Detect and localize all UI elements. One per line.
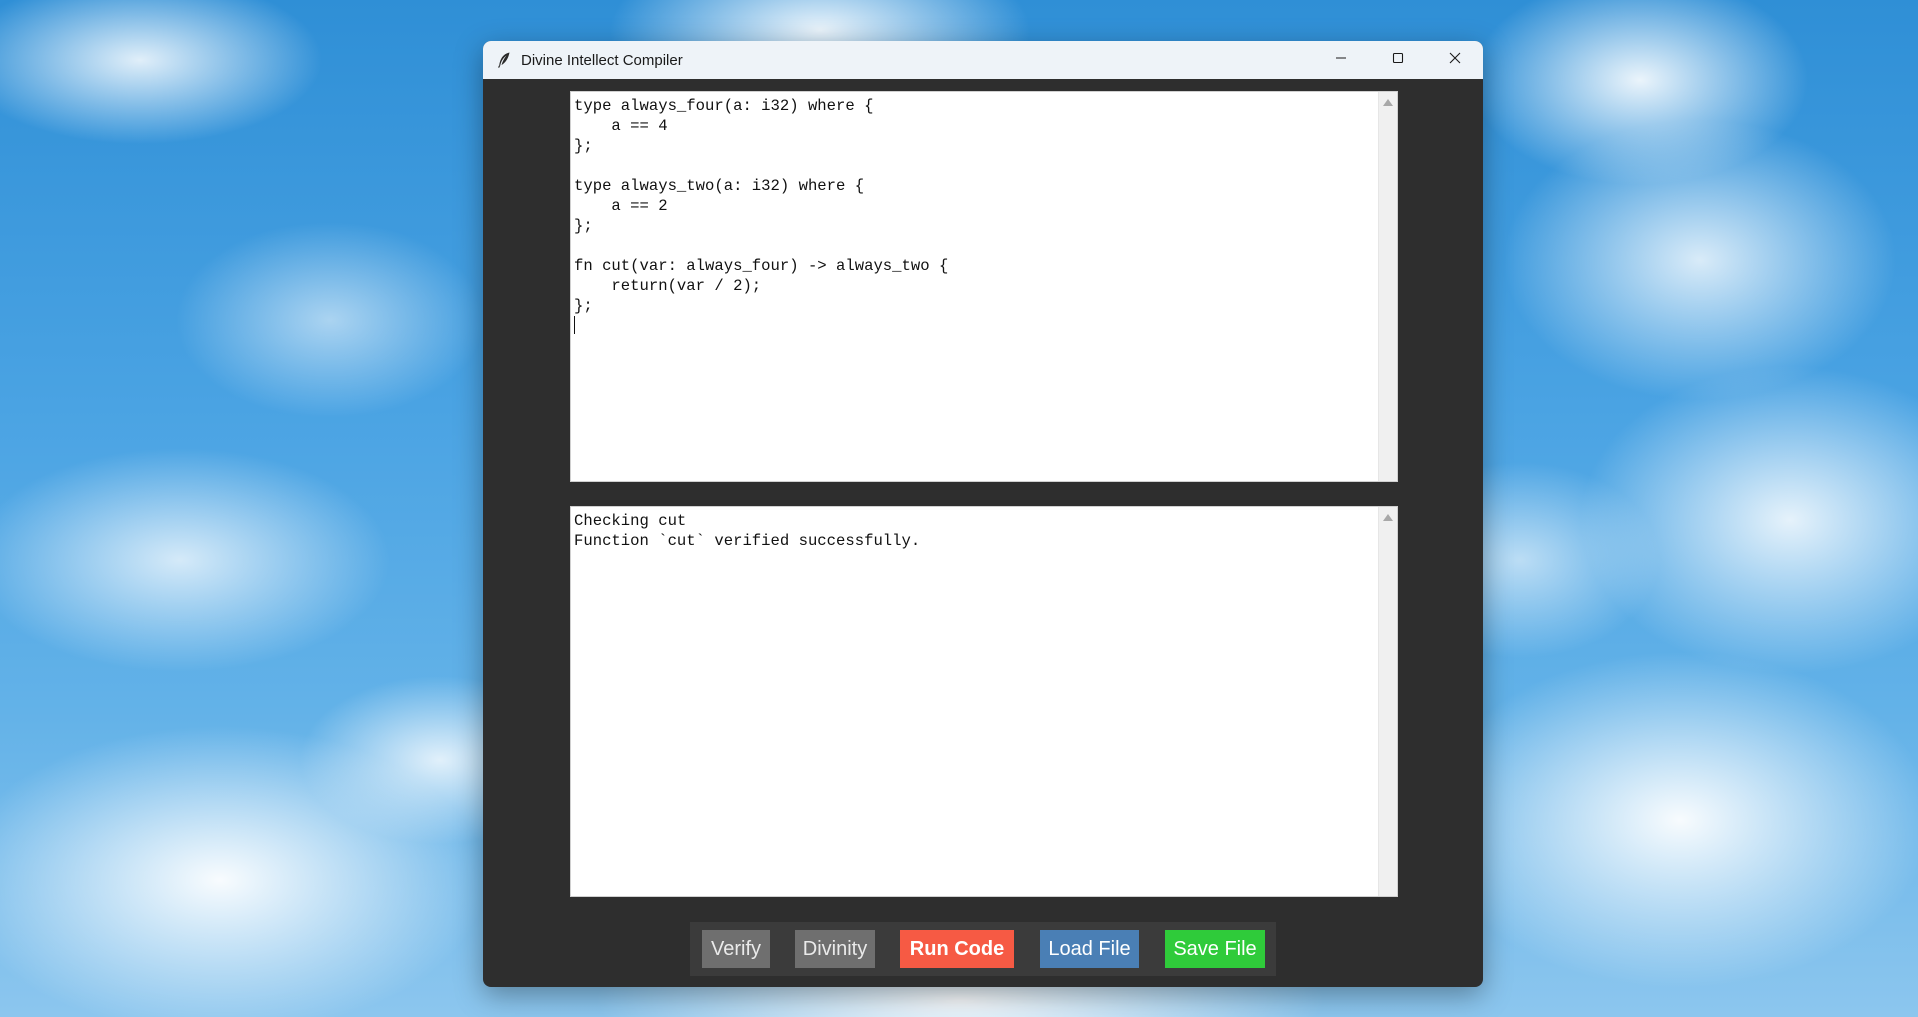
code-editor[interactable]: type always_four(a: i32) where { a == 4 … <box>570 91 1398 482</box>
save-file-button[interactable]: Save File <box>1165 930 1265 968</box>
divinity-button[interactable]: Divinity <box>795 930 875 968</box>
load-file-button[interactable]: Load File <box>1040 930 1139 968</box>
title-bar[interactable]: Divine Intellect Compiler <box>483 41 1483 79</box>
verify-button[interactable]: Verify <box>702 930 770 968</box>
maximize-icon <box>1392 51 1404 69</box>
app-window: Divine Intellect Compiler type always_fo… <box>483 41 1483 987</box>
output-scrollbar[interactable] <box>1378 507 1397 896</box>
feather-icon <box>496 52 512 68</box>
close-icon <box>1449 51 1461 69</box>
window-title: Divine Intellect Compiler <box>521 51 683 69</box>
editor-scrollbar[interactable] <box>1378 92 1397 481</box>
minimize-button[interactable] <box>1312 41 1369 79</box>
text-caret <box>574 316 575 334</box>
code-editor-text[interactable]: type always_four(a: i32) where { a == 4 … <box>574 96 1375 481</box>
scroll-up-arrow-icon[interactable] <box>1383 514 1393 521</box>
maximize-button[interactable] <box>1369 41 1426 79</box>
action-toolbar: Verify Divinity Run Code Load File Save … <box>690 922 1276 976</box>
window-controls <box>1312 41 1483 79</box>
code-text: type always_four(a: i32) where { a == 4 … <box>574 97 949 315</box>
output-text: Checking cut Function `cut` verified suc… <box>574 512 921 550</box>
run-code-button[interactable]: Run Code <box>900 930 1014 968</box>
scroll-up-arrow-icon[interactable] <box>1383 99 1393 106</box>
close-button[interactable] <box>1426 41 1483 79</box>
output-console[interactable]: Checking cut Function `cut` verified suc… <box>570 506 1398 897</box>
minimize-icon <box>1335 51 1347 69</box>
